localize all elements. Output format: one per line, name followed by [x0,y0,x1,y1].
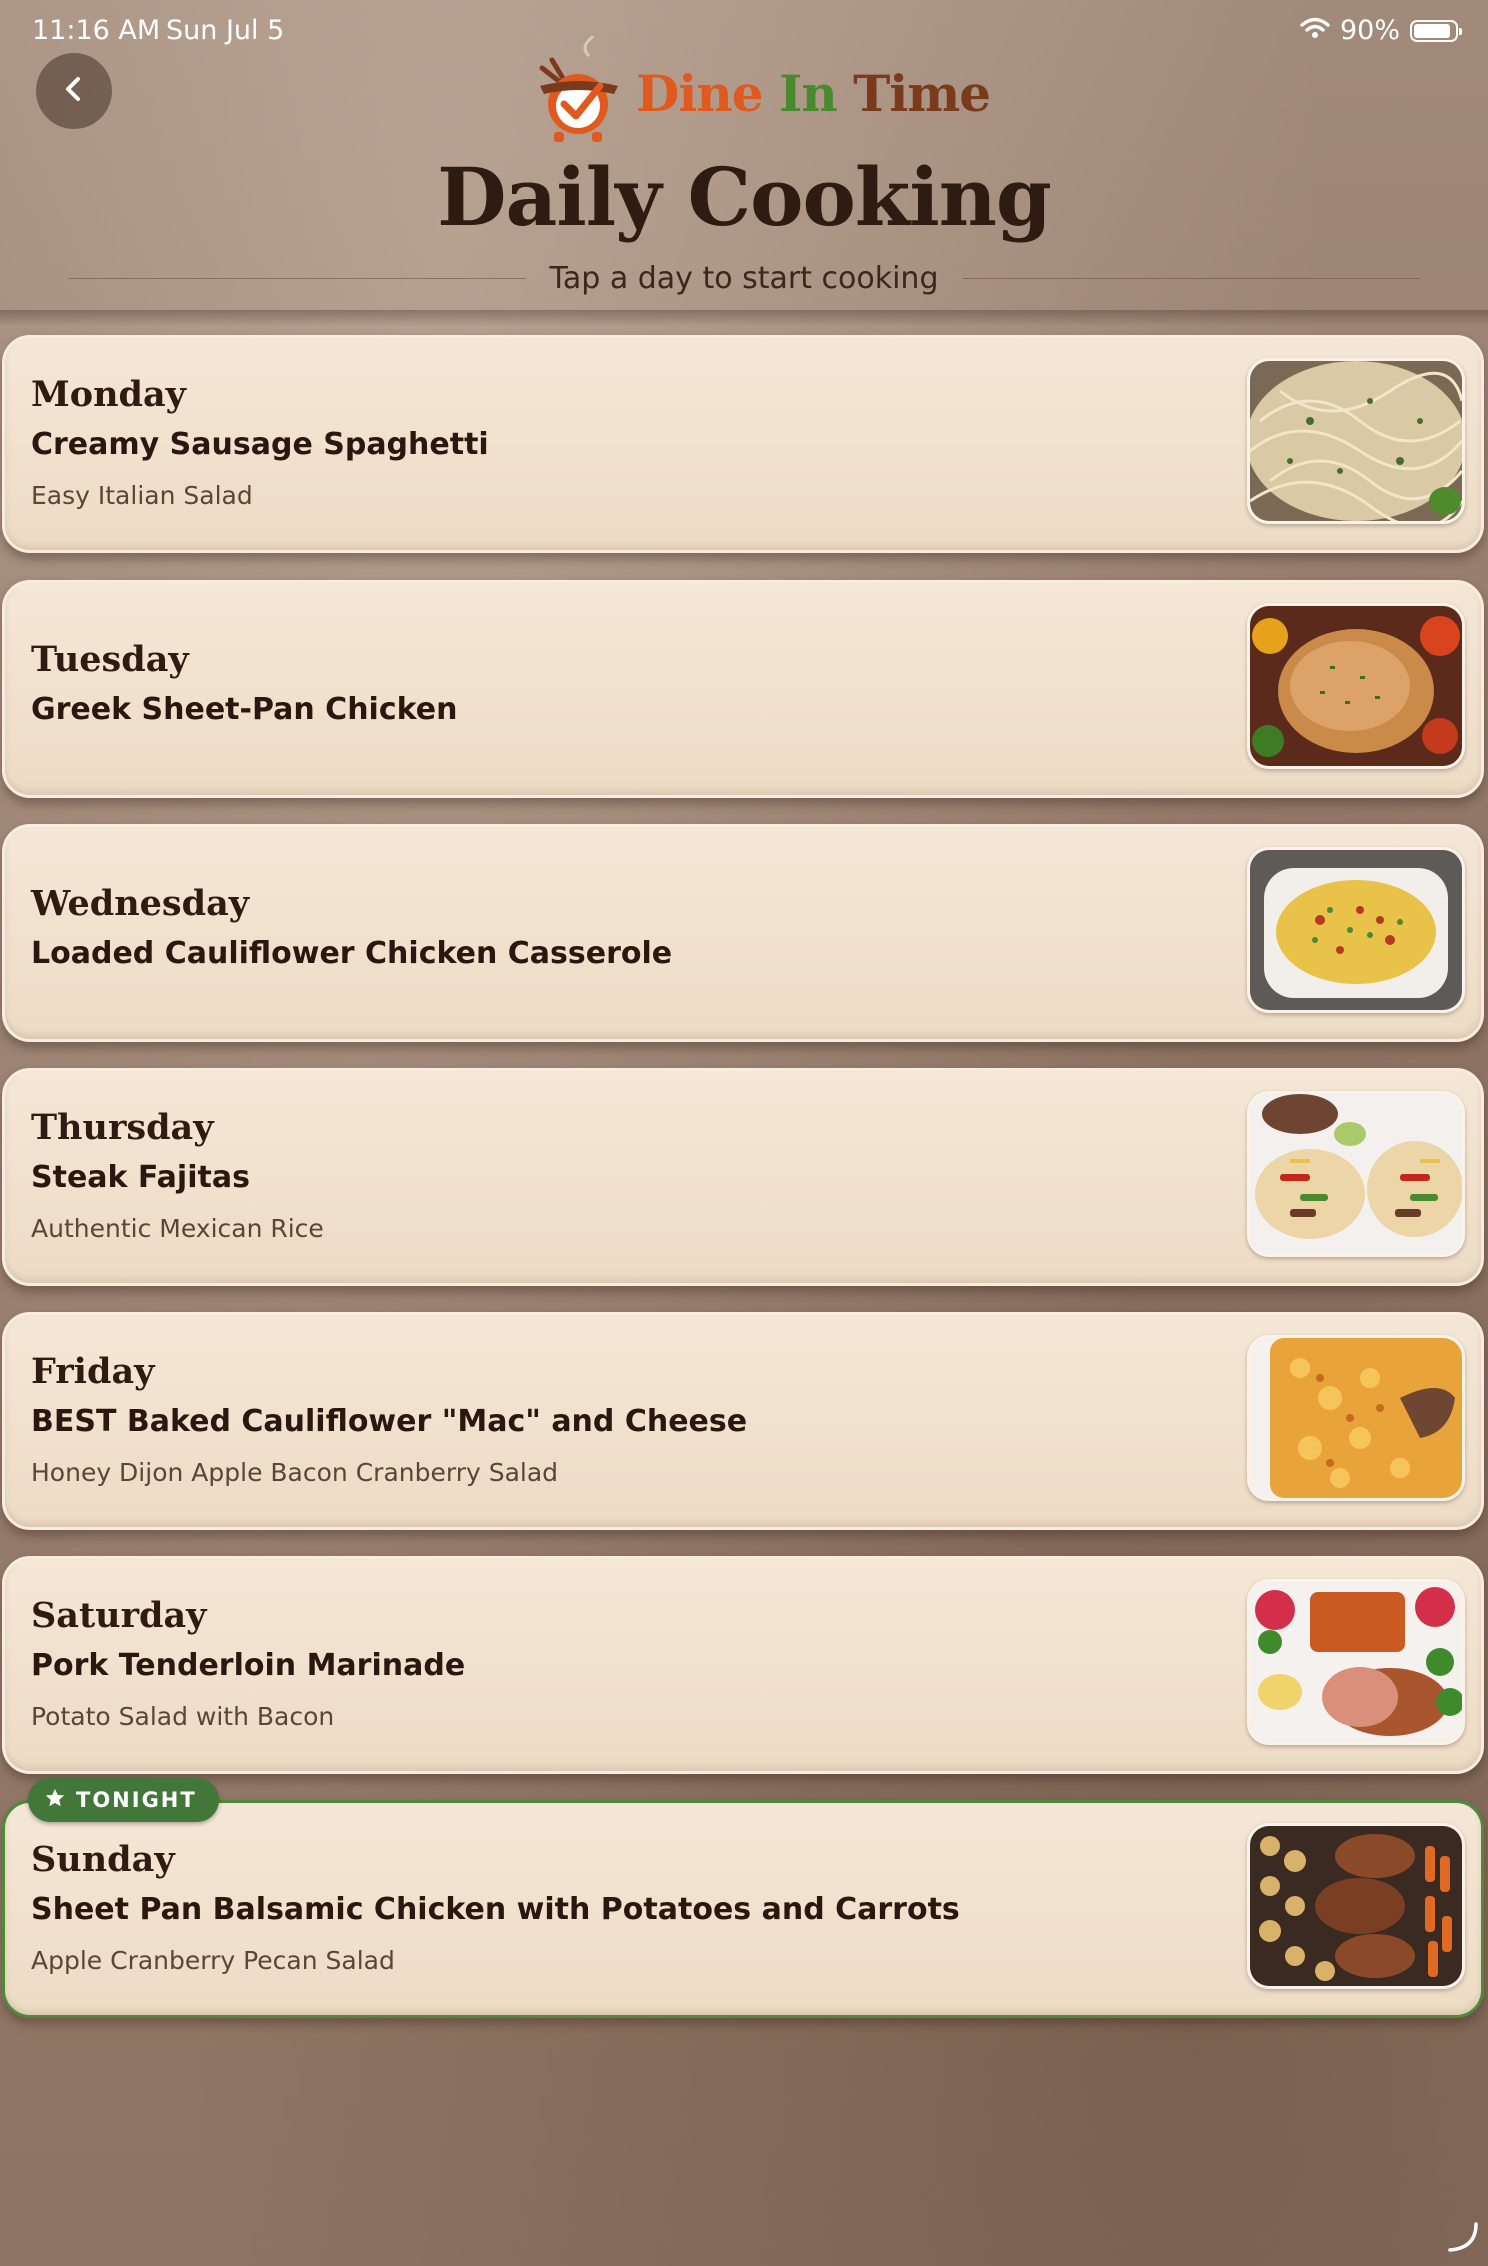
day-card-thursday[interactable]: Thursday Steak Fajitas Authentic Mexican… [2,1068,1484,1286]
day-card-sunday[interactable]: Sunday Sheet Pan Balsamic Chicken with P… [2,1800,1484,2018]
day-name: Monday [31,374,187,415]
main-dish: Greek Sheet-Pan Chicken [31,692,458,727]
side-dish: Honey Dijon Apple Bacon Cranberry Salad [31,1458,559,1487]
day-card-tuesday[interactable]: Tuesday Greek Sheet-Pan Chicken [2,580,1484,798]
day-name: Tuesday [31,639,189,680]
main-dish: Creamy Sausage Spaghetti [31,427,489,462]
day-card-monday[interactable]: Monday Creamy Sausage Spaghetti Easy Ita… [2,335,1484,553]
day-name: Saturday [31,1595,207,1636]
day-name: Sunday [31,1839,175,1880]
day-card-wednesday[interactable]: Wednesday Loaded Cauliflower Chicken Cas… [2,824,1484,1042]
fajitas-photo [1247,1091,1465,1257]
roast-chicken-photo [1247,603,1465,769]
balsamic-chicken-photo [1247,1823,1465,1989]
day-card-friday[interactable]: Friday BEST Baked Cauliflower "Mac" and … [2,1312,1484,1530]
main-dish: BEST Baked Cauliflower "Mac" and Cheese [31,1404,748,1439]
mac-cheese-photo [1247,1335,1465,1501]
day-name: Thursday [31,1107,214,1148]
side-dish: Easy Italian Salad [31,481,253,510]
resize-corner-icon[interactable] [1446,2220,1480,2258]
star-icon [44,1787,66,1814]
side-dish: Apple Cranberry Pecan Salad [31,1946,395,1975]
day-card-saturday[interactable]: Saturday Pork Tenderloin Marinade Potato… [2,1556,1484,1774]
main-dish: Sheet Pan Balsamic Chicken with Potatoes… [31,1892,960,1927]
casserole-photo [1247,847,1465,1013]
day-list: Monday Creamy Sausage Spaghetti Easy Ita… [0,0,1488,2266]
main-dish: Pork Tenderloin Marinade [31,1648,466,1683]
day-name: Wednesday [31,883,250,924]
day-name: Friday [31,1351,155,1392]
pork-tenderloin-photo [1247,1579,1465,1745]
tonight-badge: TONIGHT [28,1778,219,1822]
side-dish: Potato Salad with Bacon [31,1702,335,1731]
tonight-label: TONIGHT [76,1788,197,1812]
side-dish: Authentic Mexican Rice [31,1214,324,1243]
main-dish: Steak Fajitas [31,1160,250,1195]
spaghetti-photo [1247,358,1465,524]
main-dish: Loaded Cauliflower Chicken Casserole [31,936,673,971]
